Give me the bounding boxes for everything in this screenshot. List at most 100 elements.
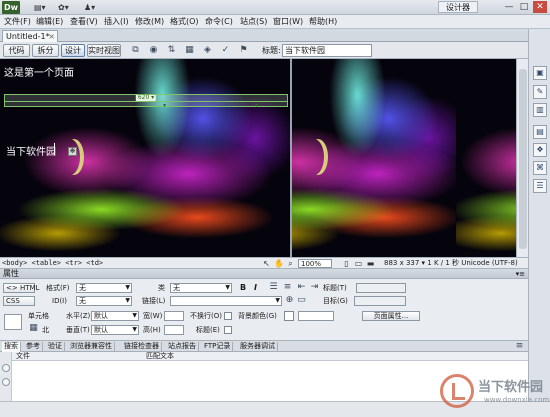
bg-color-swatch[interactable] xyxy=(284,311,294,321)
file-management-icon[interactable]: ⇅ xyxy=(166,45,177,56)
close-button[interactable]: ✕ xyxy=(533,1,547,13)
layout-icon[interactable]: ▤▾ xyxy=(34,2,46,13)
css-mode-button[interactable]: CSS xyxy=(3,296,35,306)
workspace-switcher[interactable]: 设计器 xyxy=(438,1,478,13)
italic-button[interactable]: I xyxy=(254,283,257,293)
menu-view[interactable]: 查看(V) xyxy=(70,16,98,28)
tab-search[interactable]: 搜索 xyxy=(2,342,21,352)
snippets-panel-icon[interactable]: ⌘ xyxy=(533,161,547,175)
menu-insert[interactable]: 插入(I) xyxy=(104,16,129,28)
outdent-icon[interactable]: ⇤ xyxy=(296,282,307,293)
indent-icon[interactable]: ⇥ xyxy=(309,282,320,293)
maximize-button[interactable]: □ xyxy=(517,1,531,13)
tab-ftp-log[interactable]: FTP记录 xyxy=(202,342,234,352)
title-field-input[interactable] xyxy=(356,283,406,293)
html-mode-button[interactable]: <> HTML xyxy=(3,283,39,293)
tab-link-checker[interactable]: 链接检查器 xyxy=(122,342,162,352)
table-width-label[interactable]: 620 ▾ xyxy=(135,95,157,101)
split-view-button[interactable]: 拆分 xyxy=(32,44,59,57)
stop-search-icon[interactable] xyxy=(2,378,10,386)
menu-window[interactable]: 窗口(W) xyxy=(273,16,303,28)
view-options-icon[interactable]: ▦ xyxy=(184,45,195,56)
tag-inspector-icon[interactable]: ☰ xyxy=(533,179,547,193)
tab-site-reports[interactable]: 站点报告 xyxy=(166,342,199,352)
design-view-button[interactable]: 设计 xyxy=(61,44,85,57)
column-menu-icon[interactable]: ▾ xyxy=(255,102,258,109)
design-pane-left[interactable]: 这是第一个页面 620 ▾ ▾ ▾ 当下软件园 ❋ xyxy=(0,59,290,257)
design-pane-right[interactable] xyxy=(292,59,516,257)
zoom-tool-icon[interactable]: ⌕ xyxy=(286,259,295,268)
browse-folder-icon[interactable]: ▭ xyxy=(296,295,307,306)
vertical-align-select[interactable]: 默认 ▼ xyxy=(91,325,139,335)
class-select[interactable]: 无 ▼ xyxy=(170,283,232,293)
window-size-info[interactable]: 883 x 337 ▾ 1 K / 1 秒 Unicode (UTF-8) xyxy=(384,259,518,268)
css-styles-icon[interactable]: ✎ xyxy=(533,85,547,99)
select-tool-icon[interactable]: ↖ xyxy=(262,259,271,268)
horizontal-align-select[interactable]: 默认 ▼ xyxy=(91,311,139,321)
ordered-list-icon[interactable]: ≡ xyxy=(282,282,293,293)
multiscreen-icon[interactable]: ⧉ xyxy=(130,45,141,56)
tablet-size-icon[interactable]: ▭ xyxy=(354,259,363,268)
live-view-button[interactable]: 实时视图 xyxy=(87,44,121,57)
files-panel-icon[interactable]: ▤ xyxy=(533,125,547,139)
nowrap-checkbox[interactable] xyxy=(224,312,232,320)
menu-edit[interactable]: 编辑(E) xyxy=(36,16,63,28)
visual-aids-icon[interactable]: ◈ xyxy=(202,45,213,56)
bold-button[interactable]: B xyxy=(240,283,246,293)
insert-panel-icon[interactable]: ▣ xyxy=(533,66,547,80)
format-select[interactable]: 无 ▼ xyxy=(76,283,132,293)
width-input[interactable] xyxy=(164,311,184,321)
col-file[interactable]: 文件 xyxy=(16,352,30,361)
zoom-select[interactable]: 100% xyxy=(298,259,332,268)
page-heading-text[interactable]: 这是第一个页面 xyxy=(4,64,74,79)
minimize-button[interactable]: — xyxy=(502,1,516,13)
menu-modify[interactable]: 修改(M) xyxy=(135,16,164,28)
close-tab-icon[interactable]: × xyxy=(48,31,55,42)
page-title-input[interactable]: 当下软件园 xyxy=(282,44,372,57)
target-select[interactable] xyxy=(354,296,406,306)
tab-browser-compat[interactable]: 浏览器兼容性 xyxy=(68,342,115,352)
desktop-size-icon[interactable]: ▬ xyxy=(366,259,375,268)
play-search-icon[interactable] xyxy=(2,364,10,372)
code-view-button[interactable]: 代码 xyxy=(3,44,30,57)
check-browser-icon[interactable]: ⚑ xyxy=(238,45,249,56)
link-input[interactable]: ▼ xyxy=(170,296,282,306)
document-tab[interactable]: Untitled-1* × xyxy=(2,30,58,42)
column-menu-icon[interactable]: ▾ xyxy=(163,102,166,109)
vertical-scrollbar[interactable] xyxy=(516,59,528,257)
hand-tool-icon[interactable]: ✋ xyxy=(274,259,284,268)
bg-color-input[interactable] xyxy=(298,311,334,321)
design-canvas[interactable]: 这是第一个页面 620 ▾ ▾ ▾ 当下软件园 ❋ xyxy=(0,59,528,257)
height-input[interactable] xyxy=(164,325,184,335)
properties-header[interactable]: 属性 ▾≡ xyxy=(0,269,528,279)
menu-help[interactable]: 帮助(H) xyxy=(309,16,337,28)
gear-icon[interactable]: ✿▾ xyxy=(58,2,69,13)
ap-elements-icon[interactable]: ▥ xyxy=(533,103,547,117)
header-cell-checkbox[interactable] xyxy=(224,326,232,334)
menu-file[interactable]: 文件(F) xyxy=(4,16,31,28)
table-width-indicator[interactable]: 620 ▾ ▾ ▾ xyxy=(4,94,288,109)
mobile-size-icon[interactable]: ▯ xyxy=(342,259,351,268)
tab-validation[interactable]: 验证 xyxy=(46,342,65,352)
page-properties-button[interactable]: 页面属性... xyxy=(362,311,420,321)
tag-selector[interactable]: <body> <table> <tr> <td> xyxy=(2,259,103,268)
merge-cells-icon[interactable]: ▦ xyxy=(28,323,39,334)
menu-site[interactable]: 站点(S) xyxy=(240,16,267,28)
panel-menu-icon[interactable]: ≡ xyxy=(514,341,525,352)
assets-panel-icon[interactable]: ❖ xyxy=(533,143,547,157)
menu-commands[interactable]: 命令(C) xyxy=(205,16,233,28)
preview-browser-icon[interactable]: ◉ xyxy=(148,45,159,56)
tab-server-debug[interactable]: 服务器调试 xyxy=(238,342,278,352)
tab-reference[interactable]: 参考 xyxy=(24,342,43,352)
unordered-list-icon[interactable]: ☰ xyxy=(268,282,279,293)
anchor-icon[interactable]: ❋ xyxy=(68,147,77,156)
table-cell-text[interactable]: 当下软件园 xyxy=(6,143,56,158)
col-match[interactable]: 匹配文本 xyxy=(146,352,174,361)
id-select[interactable]: 无 ▼ xyxy=(76,296,132,306)
point-to-file-icon[interactable]: ⊕ xyxy=(284,295,295,306)
user-icon[interactable]: ♟▾ xyxy=(84,2,95,13)
panel-options-icon[interactable]: ▾≡ xyxy=(516,269,525,279)
scrollbar-thumb[interactable] xyxy=(519,69,527,249)
validate-icon[interactable]: ✓ xyxy=(220,45,231,56)
menu-format[interactable]: 格式(O) xyxy=(170,16,199,28)
